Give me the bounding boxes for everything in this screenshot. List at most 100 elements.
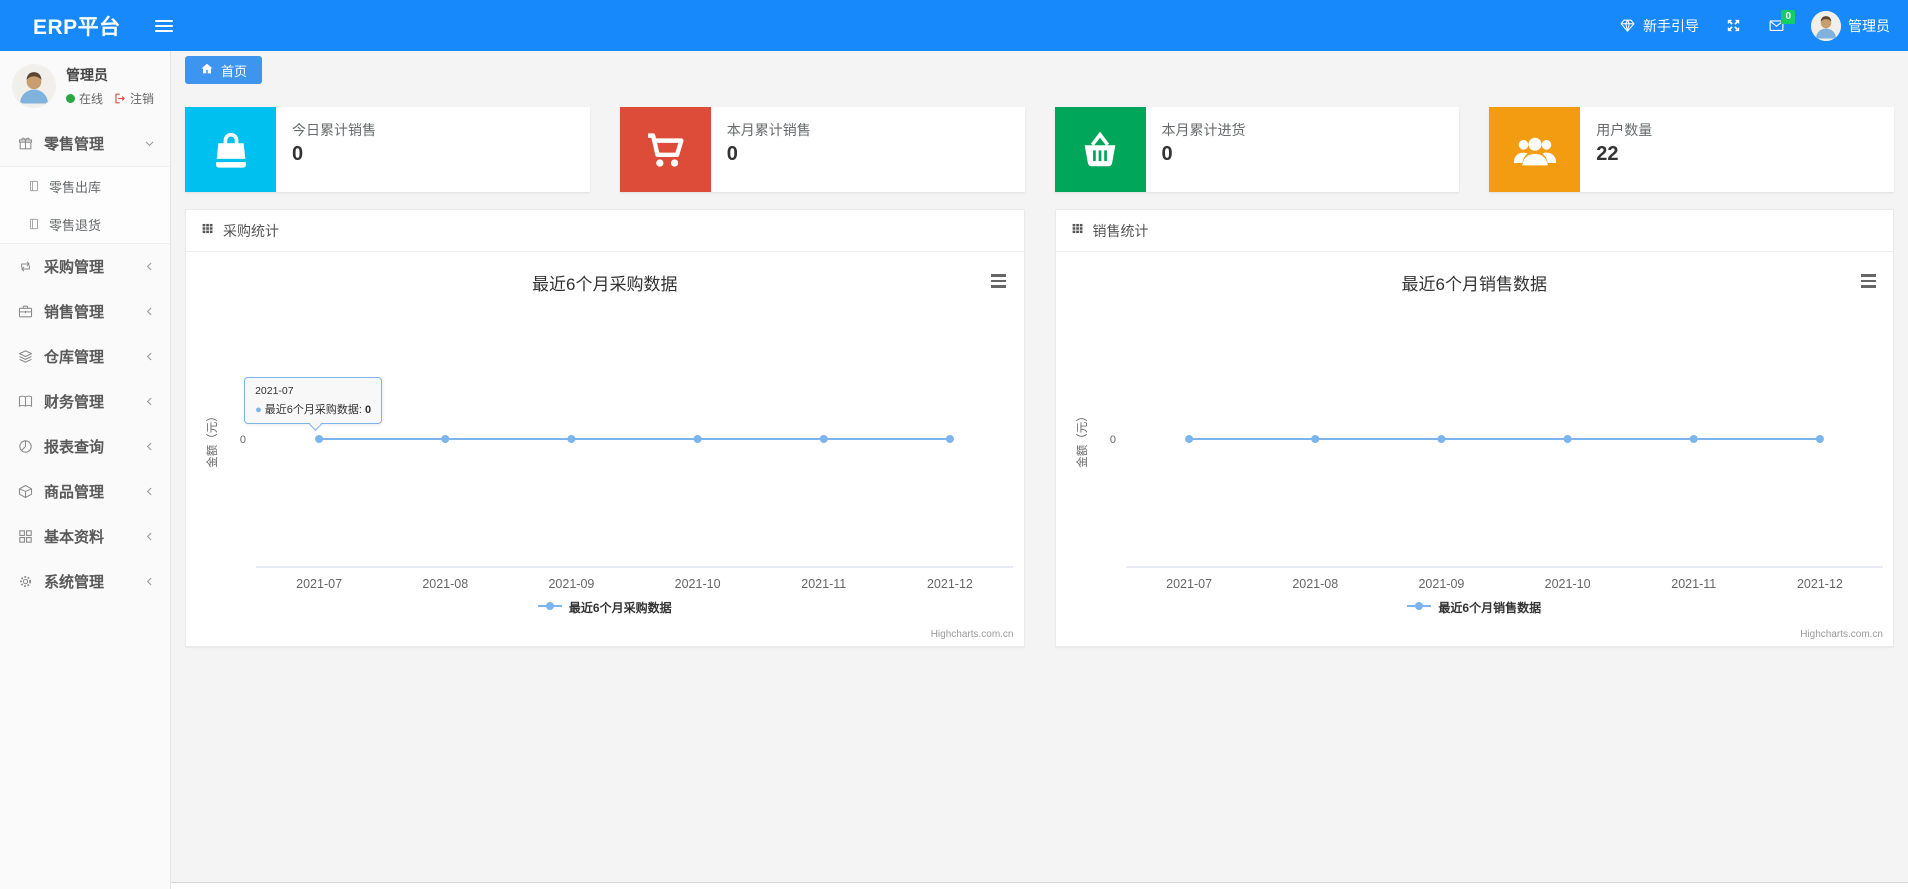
data-point[interactable] bbox=[819, 435, 828, 443]
angle-left-icon bbox=[143, 260, 156, 273]
data-point[interactable] bbox=[1563, 435, 1572, 443]
doc-icon bbox=[27, 217, 41, 231]
x-axis-label: 2021-09 bbox=[1418, 577, 1464, 591]
sidebar-item-basic-data[interactable]: 基本资料 bbox=[0, 514, 170, 559]
stat-value: 22 bbox=[1596, 143, 1619, 165]
doc-icon bbox=[27, 179, 41, 193]
fullscreen-button[interactable] bbox=[1725, 17, 1742, 34]
stat-card-month-sales[interactable]: 本月累计销售 0 bbox=[619, 107, 1025, 192]
x-axis-label: 2021-11 bbox=[1671, 577, 1716, 591]
highcharts-credits-link[interactable]: Highcharts.com.cn bbox=[931, 629, 1014, 640]
sidebar-item-system-management[interactable]: 系统管理 bbox=[0, 559, 170, 604]
sidebar-item-sales-management[interactable]: 销售管理 bbox=[0, 289, 170, 334]
data-point[interactable] bbox=[1310, 435, 1319, 443]
legend-marker-icon bbox=[537, 598, 562, 616]
data-point[interactable] bbox=[441, 435, 450, 443]
app-logo[interactable]: ERP平台 bbox=[0, 11, 121, 41]
avatar bbox=[1811, 10, 1841, 41]
tooltip-series-label: 最近6个月采购数据: bbox=[264, 404, 366, 416]
x-axis-label: 2021-12 bbox=[1796, 577, 1842, 591]
sidebar-toggle-button[interactable] bbox=[149, 11, 179, 41]
users-icon bbox=[1489, 107, 1581, 192]
charts-row: 采购统计 最近6个月采购数据 0 金额（元） 2021-07 2021-08 2021-09… bbox=[185, 209, 1894, 647]
sidebar-item-report-query[interactable]: 报表查询 bbox=[0, 424, 170, 469]
messages-button[interactable]: 0 bbox=[1768, 10, 1795, 34]
angle-left-icon bbox=[143, 485, 156, 498]
stat-label: 用户数量 bbox=[1596, 122, 1653, 138]
panel-title: 销售统计 bbox=[1092, 222, 1149, 239]
data-point[interactable] bbox=[1815, 435, 1824, 443]
angle-left-icon bbox=[143, 530, 156, 543]
user-avatar[interactable] bbox=[12, 64, 56, 108]
sidebar-item-purchase-management[interactable]: 采购管理 bbox=[0, 244, 170, 289]
sidebar-item-goods-management[interactable]: 商品管理 bbox=[0, 469, 170, 514]
stat-card-month-purchase[interactable]: 本月累计进货 0 bbox=[1054, 107, 1460, 192]
y-axis-title: 金额（元） bbox=[205, 410, 219, 468]
chart-sales-stats: 最近6个月销售数据 0 金额（元） 2021-07 2021-08 2021-09 2021… bbox=[1056, 252, 1894, 646]
grid-icon bbox=[17, 528, 34, 545]
sidebar-item-label: 商品管理 bbox=[44, 484, 105, 501]
stat-value: 0 bbox=[726, 143, 738, 165]
panel-header: 销售统计 bbox=[1055, 210, 1893, 252]
x-axis-label: 2021-07 bbox=[1166, 577, 1212, 591]
sidebar-item-label: 零售管理 bbox=[44, 136, 105, 153]
sidebar-item-finance-management[interactable]: 财务管理 bbox=[0, 379, 170, 424]
gear-icon bbox=[17, 573, 34, 590]
gem-icon bbox=[1619, 17, 1636, 34]
user-menu[interactable]: 管理员 bbox=[1811, 10, 1890, 41]
cart-icon bbox=[619, 107, 711, 192]
x-axis-label: 2021-10 bbox=[675, 577, 721, 591]
data-point[interactable] bbox=[1436, 435, 1445, 443]
x-axis-label: 2021-08 bbox=[1292, 577, 1338, 591]
panel-title: 采购统计 bbox=[223, 222, 279, 239]
data-point[interactable] bbox=[945, 435, 954, 443]
x-axis-label: 2021-10 bbox=[1544, 577, 1590, 591]
legend-item[interactable]: 最近6个月采购数据 bbox=[186, 598, 1024, 616]
stat-label: 本月累计销售 bbox=[726, 122, 811, 138]
sidebar-item-retail-management[interactable]: 零售管理 bbox=[0, 121, 170, 166]
logout-link[interactable]: 注销 bbox=[130, 90, 154, 107]
legend-marker-icon bbox=[1407, 598, 1432, 616]
sidebar-item-label: 采购管理 bbox=[44, 259, 105, 276]
chart-purchase-stats: 最近6个月采购数据 0 金额（元） 2021-07 2021-08 2021-09 2021… bbox=[186, 252, 1024, 646]
guide-label: 新手引导 bbox=[1643, 17, 1699, 34]
stat-card-today-sales[interactable]: 今日累计销售 0 bbox=[185, 107, 590, 192]
data-point[interactable] bbox=[567, 435, 576, 443]
sidebar-item-label: 零售退货 bbox=[49, 217, 102, 233]
chart-plot: 0 金额（元） 2021-07 2021-08 2021-09 2021-10 2021-1… bbox=[1075, 410, 1883, 591]
data-point[interactable] bbox=[693, 435, 702, 443]
expand-icon bbox=[1725, 17, 1742, 34]
sidebar-user-panel: 管理员 在线 注销 bbox=[0, 51, 170, 121]
data-point[interactable] bbox=[1689, 435, 1698, 443]
username-label: 管理员 bbox=[1848, 17, 1890, 34]
sidebar-item-retail-return[interactable]: 零售退货 bbox=[0, 205, 170, 243]
online-status-label: 在线 bbox=[79, 92, 104, 106]
submenu-retail-management: 零售出库零售退货 bbox=[0, 166, 170, 244]
stat-card-user-count[interactable]: 用户数量 22 bbox=[1489, 107, 1894, 192]
x-axis-label: 2021-09 bbox=[548, 577, 594, 591]
angle-left-icon bbox=[143, 305, 156, 318]
angle-left-icon bbox=[143, 395, 156, 408]
data-point[interactable] bbox=[1184, 435, 1193, 443]
x-axis-label: 2021-08 bbox=[422, 577, 468, 591]
footer-divider bbox=[171, 882, 1908, 889]
guide-button[interactable]: 新手引导 bbox=[1619, 16, 1699, 36]
angle-left-icon bbox=[143, 440, 156, 453]
highcharts-credits-link[interactable]: Highcharts.com.cn bbox=[1800, 629, 1883, 640]
panel-purchase-stats: 采购统计 最近6个月采购数据 0 金额（元） 2021-07 2021-08 2021-09… bbox=[185, 209, 1025, 647]
stat-value: 0 bbox=[292, 143, 304, 165]
home-icon bbox=[200, 62, 214, 79]
tab-home[interactable]: 首页 bbox=[185, 56, 263, 84]
pie-chart-icon bbox=[17, 438, 34, 455]
sign-out-icon bbox=[107, 92, 126, 105]
data-point[interactable] bbox=[315, 435, 324, 443]
y-axis-title: 金额（元） bbox=[1075, 410, 1089, 468]
chart-tooltip: 2021-07 ● 最近6个月采购数据: 0 bbox=[244, 377, 383, 431]
legend-item[interactable]: 最近6个月销售数据 bbox=[1056, 598, 1894, 616]
stats-row: 今日累计销售 0 本月累计销售 0 本月累计进货 0 用户数量 22 bbox=[185, 107, 1894, 192]
sidebar-item-retail-outbound[interactable]: 零售出库 bbox=[0, 167, 170, 205]
tooltip-category: 2021-07 bbox=[255, 385, 294, 397]
main-content: 首页 今日累计销售 0 本月累计销售 0 本月累计进货 0 用户数量 22 采购统计 最近6个月… bbox=[171, 51, 1908, 889]
sidebar-item-warehouse-management[interactable]: 仓库管理 bbox=[0, 334, 170, 379]
stat-value: 0 bbox=[1161, 143, 1173, 165]
